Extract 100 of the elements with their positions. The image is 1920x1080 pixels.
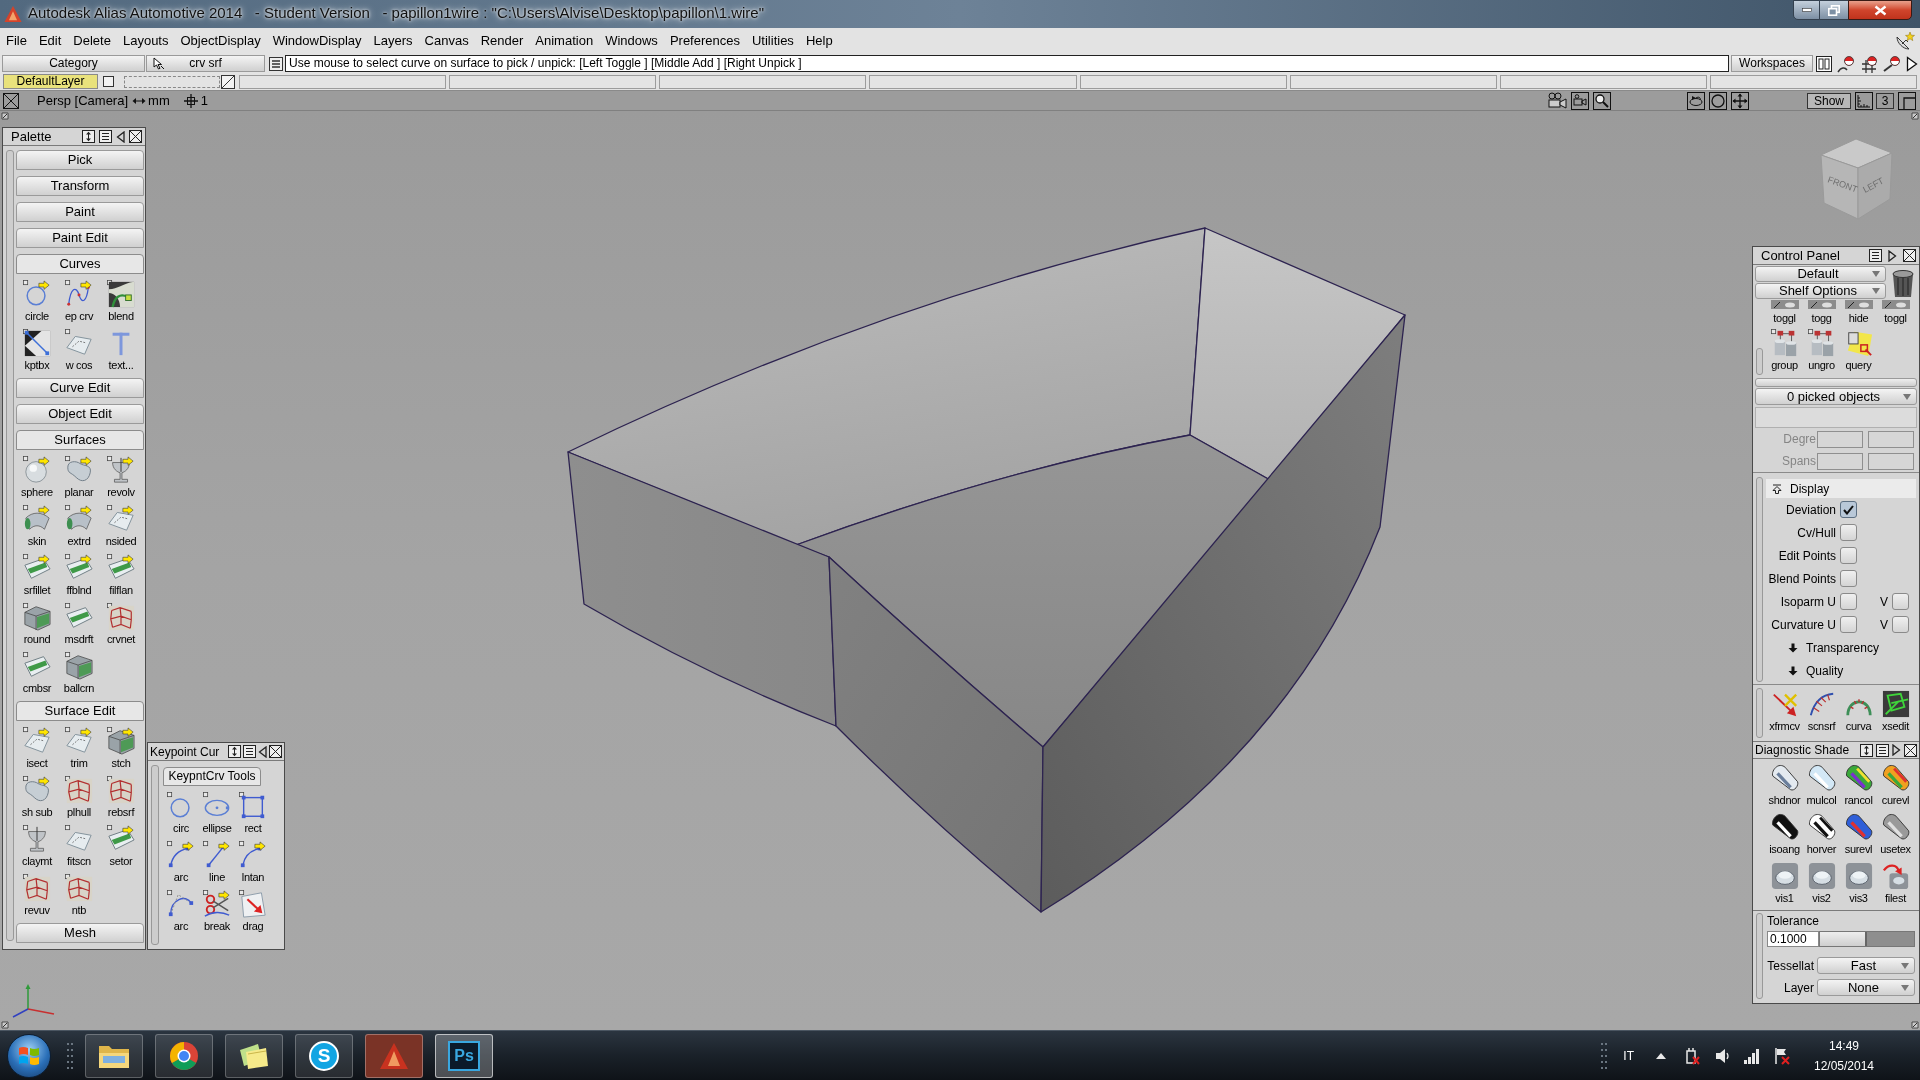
list-icon[interactable] — [1876, 743, 1889, 757]
close-button[interactable] — [1848, 0, 1912, 20]
scroll-handle[interactable] — [1756, 913, 1763, 999]
section-header[interactable]: Display — [1766, 479, 1916, 498]
tool-button[interactable]: sh sub — [16, 773, 58, 822]
tool-button[interactable]: fitscn — [58, 822, 100, 871]
tool-button[interactable]: filest — [1877, 859, 1914, 908]
signal-bars-icon[interactable] — [1744, 1047, 1760, 1064]
section-header[interactable]: Quality — [1766, 659, 1919, 682]
checkbox[interactable] — [1840, 570, 1857, 587]
triangle-right-icon[interactable] — [1888, 249, 1897, 262]
menu-item[interactable]: ObjectDisplay — [174, 30, 267, 52]
flag-icon[interactable] — [1774, 1046, 1790, 1065]
checkbox[interactable] — [1840, 616, 1857, 633]
tool-button[interactable]: nsided — [100, 502, 142, 551]
rotate-view-icon[interactable] — [1687, 91, 1705, 110]
slider-fill[interactable] — [1820, 932, 1867, 946]
palette-button[interactable]: Curve Edit — [16, 378, 144, 398]
scroll-handle[interactable] — [1756, 477, 1763, 682]
tool-button[interactable]: xsedit — [1877, 687, 1914, 736]
snap-magnet-icon[interactable] — [1860, 54, 1878, 73]
dropdown[interactable]: Default — [1755, 266, 1886, 282]
resize-arrows-icon[interactable] — [82, 130, 95, 143]
palette-button[interactable]: Paint Edit — [16, 228, 144, 248]
tool-button[interactable]: plhull — [58, 773, 100, 822]
restore-button[interactable] — [1820, 0, 1848, 20]
section-header[interactable]: Transparency — [1766, 636, 1919, 659]
dropdown[interactable]: Fast — [1817, 957, 1915, 974]
clock-date[interactable]: 12/05/2014 — [1813, 1055, 1875, 1076]
shelf-scrollbar[interactable] — [1755, 378, 1917, 387]
tool-button[interactable]: kptbx — [16, 326, 58, 375]
drawer-tab[interactable]: KeypntCrv Tools — [163, 767, 261, 786]
resize-arrows-icon[interactable] — [228, 745, 241, 758]
checkbox[interactable] — [1840, 501, 1857, 518]
snap-magnet-icon[interactable] — [1883, 54, 1901, 73]
tool-button[interactable]: curevl — [1877, 761, 1914, 810]
tool-button[interactable]: cmbsr — [16, 649, 58, 698]
drawer-tab[interactable]: Surfaces — [16, 430, 144, 450]
slash-box-icon[interactable] — [221, 74, 235, 89]
menu-item[interactable]: Canvas — [418, 30, 475, 52]
tool-button[interactable]: text... — [100, 326, 142, 375]
tool-button[interactable]: curva — [1840, 687, 1877, 736]
tool-button[interactable]: ntb — [58, 871, 100, 920]
tool-button[interactable]: arc — [163, 838, 199, 887]
minimize-button[interactable] — [1793, 0, 1820, 20]
tool-button[interactable]: ballcrn — [58, 649, 100, 698]
menu-item[interactable]: Layouts — [116, 30, 175, 52]
tool-button[interactable]: surevl — [1840, 810, 1877, 859]
menu-item[interactable]: Animation — [529, 30, 600, 52]
triangle-left-icon[interactable] — [258, 745, 267, 758]
tool-button[interactable]: rancol — [1840, 761, 1877, 810]
input-field[interactable] — [1817, 452, 1863, 470]
tool-button[interactable]: rebsrf — [100, 773, 142, 822]
tool-button[interactable]: toggl — [1766, 300, 1803, 326]
tool-button[interactable]: crvnet — [100, 600, 142, 649]
tool-button[interactable]: line — [199, 838, 235, 887]
palette-button[interactable]: Transform — [16, 176, 144, 196]
checkbox[interactable] — [1840, 593, 1857, 610]
taskbar-button[interactable] — [225, 1033, 283, 1078]
close-box-icon[interactable] — [3, 92, 19, 109]
input-field[interactable] — [1868, 452, 1914, 470]
tool-button[interactable]: setor — [100, 822, 142, 871]
triangle-left-icon[interactable] — [116, 130, 125, 143]
tool-button[interactable]: msdrft — [58, 600, 100, 649]
window-icon[interactable] — [1898, 91, 1916, 110]
menu-item[interactable]: Delete — [67, 30, 117, 52]
tool-button[interactable]: ep crv — [58, 277, 100, 326]
tool-button[interactable]: planar — [58, 453, 100, 502]
tool-button[interactable]: usetex — [1877, 810, 1914, 859]
snap-magnet-icon[interactable] — [1837, 54, 1855, 73]
layer-filter-field[interactable] — [124, 75, 220, 88]
tool-button[interactable]: filflan — [100, 551, 142, 600]
menu-item[interactable]: File — [0, 30, 33, 52]
tool-button[interactable]: shdnor — [1766, 761, 1803, 810]
input-field[interactable] — [1868, 430, 1914, 448]
satellite-dish-icon[interactable] — [1895, 31, 1915, 51]
tool-button[interactable]: isoang — [1766, 810, 1803, 859]
dropdown[interactable]: 0 picked objects — [1755, 388, 1917, 405]
close-box-icon[interactable] — [1904, 743, 1917, 757]
tool-button[interactable]: circle — [16, 277, 58, 326]
tool-button[interactable]: xfrmcv — [1766, 687, 1803, 736]
layer-checkbox[interactable] — [103, 76, 114, 87]
tool-button[interactable]: group — [1766, 326, 1803, 375]
clock-time[interactable]: 14:49 — [1829, 1035, 1859, 1056]
tool-button[interactable]: mulcol — [1803, 761, 1840, 810]
tool-button[interactable]: skin — [16, 502, 58, 551]
start-button[interactable] — [7, 1033, 51, 1078]
split-panes-icon[interactable] — [1816, 55, 1832, 72]
menu-item[interactable]: Render — [474, 30, 530, 52]
tool-button[interactable]: ffblnd — [58, 551, 100, 600]
tool-button[interactable]: isect — [16, 724, 58, 773]
tool-button[interactable]: scnsrf — [1803, 687, 1840, 736]
frame-all-icon[interactable] — [1709, 91, 1727, 110]
tool-button[interactable]: horver — [1803, 810, 1840, 859]
corner-resize-icon[interactable] — [1, 1021, 9, 1029]
taskbar-button[interactable] — [85, 1033, 143, 1078]
menu-item[interactable]: WindowDisplay — [266, 30, 368, 52]
menu-item[interactable]: Layers — [367, 30, 419, 52]
layout-button[interactable]: 3 — [1876, 92, 1894, 109]
list-icon[interactable] — [243, 745, 256, 758]
